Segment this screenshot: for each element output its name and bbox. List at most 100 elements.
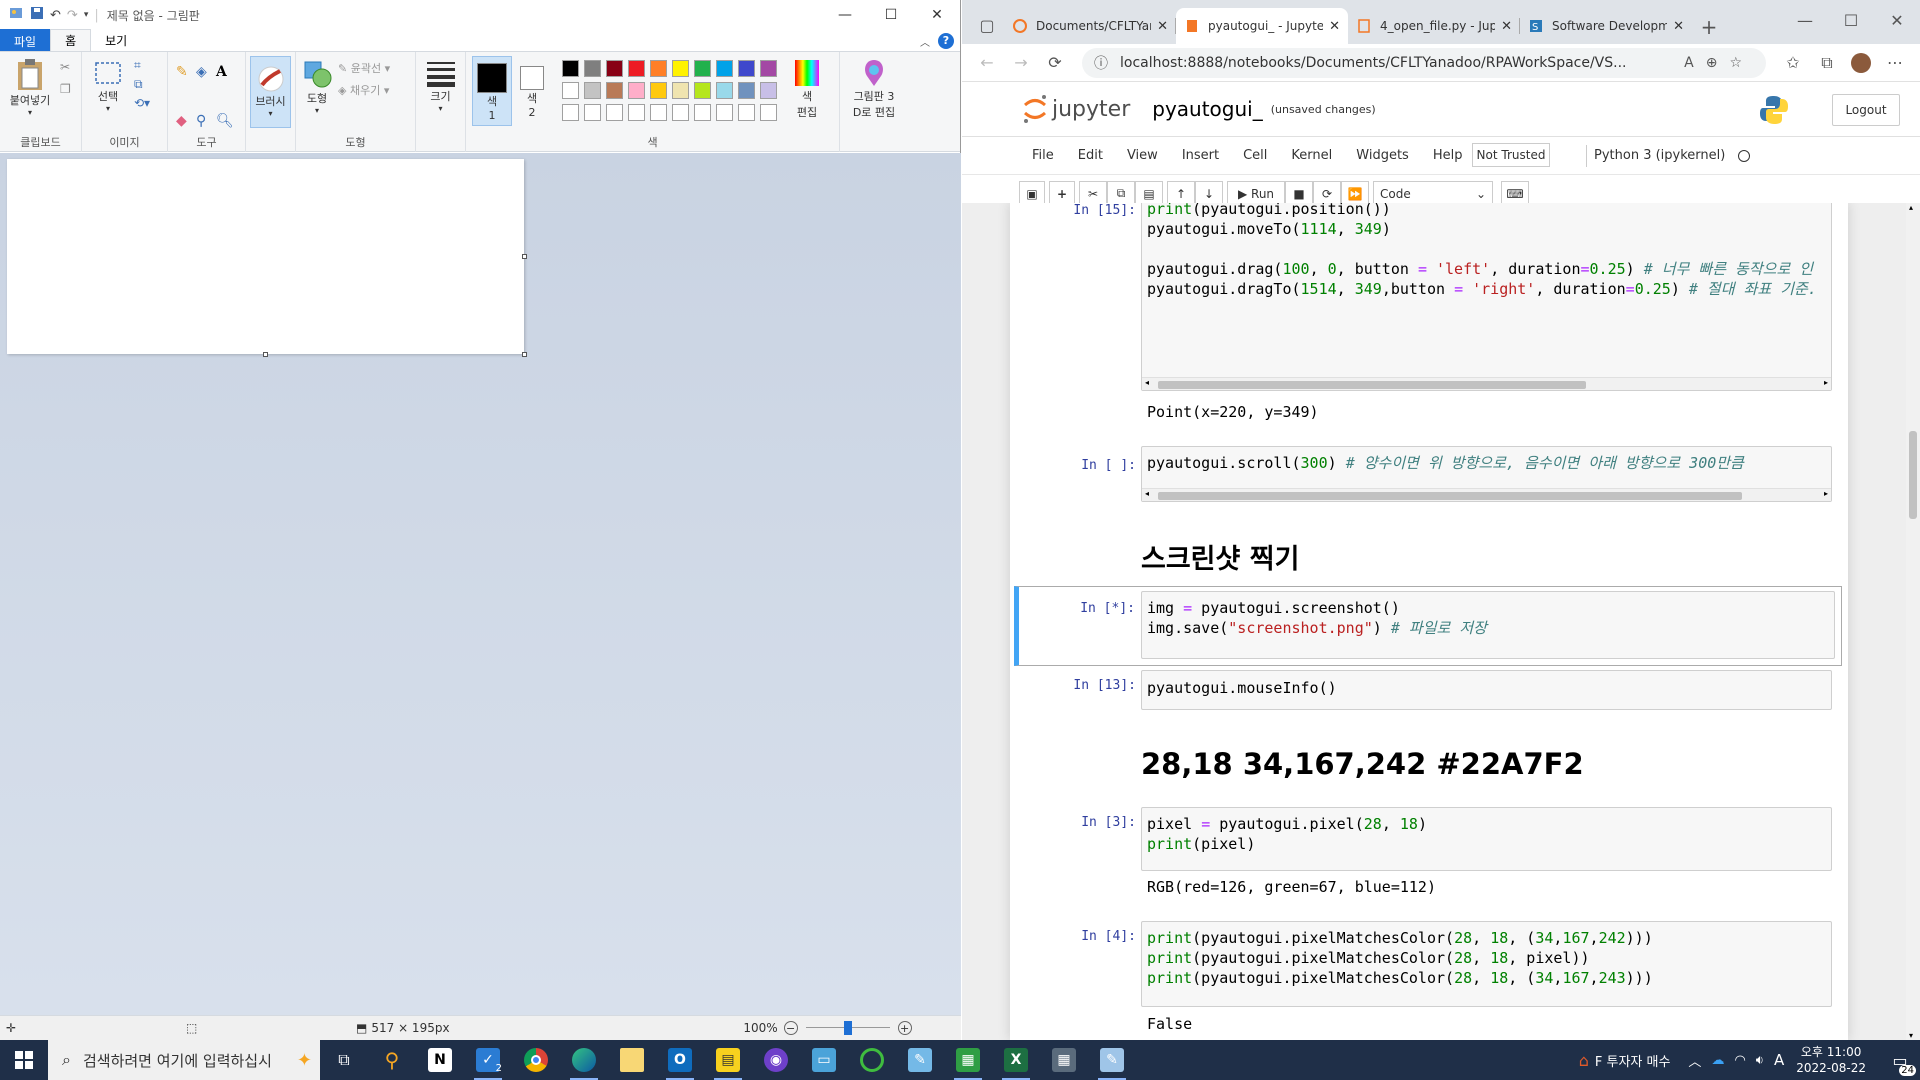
selected-cell[interactable]: In [*]: img = pyautogui.screenshot() img… [1014, 586, 1842, 666]
collapse-ribbon-icon[interactable]: ︿ [920, 34, 930, 49]
color-swatch[interactable] [650, 104, 667, 121]
canvas-area[interactable] [0, 153, 961, 1015]
resize-handle-corner[interactable] [522, 352, 527, 357]
more-icon[interactable]: ⋯ [1878, 48, 1912, 78]
scroll-up-icon[interactable]: ▴ [1909, 203, 1913, 212]
favorite-icon[interactable]: ☆ [1729, 55, 1754, 71]
menu-cell[interactable]: Cell [1231, 148, 1279, 163]
color-swatch[interactable] [760, 60, 777, 77]
notebook-scroll-area[interactable]: In [15]: print(pyautogui.position()) pya… [962, 203, 1920, 1040]
color-swatch[interactable] [760, 82, 777, 99]
size-button[interactable]: 크기 ▾ [416, 52, 465, 152]
browser-tab[interactable]: S Software Developmen ✕ [1520, 8, 1692, 44]
code-input[interactable]: print(pyautogui.pixelMatchesColor(28, 18… [1141, 921, 1832, 1007]
color-swatch[interactable] [738, 104, 755, 121]
help-icon[interactable]: ? [938, 33, 954, 49]
color-swatch[interactable] [584, 60, 601, 77]
scroll-right-icon[interactable]: ▸ [1824, 378, 1828, 387]
color-swatch[interactable] [584, 104, 601, 121]
code-input[interactable]: pyautogui.mouseInfo() [1141, 670, 1832, 710]
notepad-icon[interactable]: ✎ [896, 1040, 944, 1080]
menu-kernel[interactable]: Kernel [1279, 148, 1344, 163]
color-swatch[interactable] [672, 82, 689, 99]
horizontal-scrollbar[interactable]: ◂ ▸ [1142, 377, 1831, 390]
undo-icon[interactable]: ↶ [50, 8, 61, 23]
url-field[interactable]: ⓘ localhost:8888/notebooks/Documents/CFL… [1082, 47, 1766, 78]
tab-close-icon[interactable]: ✕ [1673, 19, 1684, 34]
profile-avatar[interactable] [1844, 48, 1878, 78]
color-swatch[interactable] [628, 60, 645, 77]
collections-icon[interactable]: ⧉ [1810, 48, 1844, 78]
color-swatch[interactable] [606, 60, 623, 77]
code-input[interactable]: pixel = pyautogui.pixel(28, 18) print(pi… [1141, 807, 1832, 871]
paint-taskbar-icon[interactable]: ✎ [1088, 1040, 1136, 1080]
scroll-down-icon[interactable]: ▾ [1909, 1031, 1913, 1040]
scrollbar-thumb[interactable] [1158, 381, 1586, 389]
color-swatch[interactable] [584, 82, 601, 99]
fill-dropdown[interactable]: ◈ 채우기 ▾ [338, 82, 390, 98]
color-swatch[interactable] [562, 82, 579, 99]
excel-icon[interactable]: X [992, 1040, 1040, 1080]
refresh-icon[interactable]: ⟳ [1038, 48, 1072, 78]
markdown-heading[interactable]: 28,18 34,167,242 #22A7F2 [1141, 747, 1584, 781]
logout-button[interactable]: Logout [1832, 94, 1900, 126]
menu-view[interactable]: View [1115, 148, 1170, 163]
minimize-button[interactable]: — [1782, 0, 1828, 40]
calculator-icon[interactable]: ▦ [1040, 1040, 1088, 1080]
zoom-out-icon[interactable]: − [783, 1021, 798, 1035]
taskbar-search[interactable]: ⌕ 검색하려면 여기에 입력하십시 ✦ [48, 1040, 320, 1080]
remote-desktop-icon[interactable]: ▭ [800, 1040, 848, 1080]
tab-close-icon[interactable]: ✕ [1501, 19, 1512, 34]
color-swatch[interactable] [760, 104, 777, 121]
start-button[interactable] [0, 1040, 48, 1080]
menu-help[interactable]: Help [1421, 148, 1475, 163]
outline-dropdown[interactable]: ✎ 윤곽선 ▾ [338, 60, 390, 76]
chrome-icon[interactable] [512, 1040, 560, 1080]
resize-handle-right[interactable] [522, 254, 527, 259]
menu-file[interactable]: File [1020, 148, 1066, 163]
stock-widget[interactable]: F 투자자 매수 [1595, 1051, 1671, 1070]
resize-handle-bottom[interactable] [263, 352, 268, 357]
tab-actions-icon[interactable]: ▢ [970, 10, 1004, 40]
resize-icon[interactable]: ⧉ [134, 77, 150, 92]
color-swatch[interactable] [650, 82, 667, 99]
crop-icon[interactable]: ⌗ [134, 58, 150, 73]
show-hidden-icon[interactable]: ︿ [1688, 1051, 1701, 1070]
color-swatch[interactable] [606, 82, 623, 99]
pencil-icon[interactable]: ✎ [176, 64, 196, 103]
maximize-button[interactable]: ☐ [868, 0, 914, 30]
todo-icon[interactable]: ✓ 2 [464, 1040, 512, 1080]
refresh-app-icon[interactable] [848, 1040, 896, 1080]
tab-home[interactable]: 홈 [50, 29, 92, 51]
github-icon[interactable]: ◉ [752, 1040, 800, 1080]
tab-file[interactable]: 파일 [0, 29, 51, 51]
browser-tab[interactable]: Documents/CFLTYanadoo/ ✕ [1004, 8, 1176, 44]
color-swatch[interactable] [672, 60, 689, 77]
trust-indicator[interactable]: Not Trusted [1472, 143, 1550, 167]
color-swatch[interactable] [606, 104, 623, 121]
close-button[interactable]: ✕ [914, 0, 960, 30]
customize-qa-icon[interactable]: ▾ [84, 10, 89, 20]
color-swatch[interactable] [738, 82, 755, 99]
volume-icon[interactable]: 🔉︎ [1756, 1053, 1764, 1068]
search-app-icon[interactable]: ⚲ [368, 1040, 416, 1080]
task-view-icon[interactable]: ⧉ [320, 1040, 368, 1080]
code-cell[interactable]: In [ ]: pyautogui.scroll(300) # 양수이면 위 방… [1024, 446, 1838, 506]
code-input[interactable]: img = pyautogui.screenshot() img.save("s… [1141, 591, 1835, 659]
notion-icon[interactable]: N [416, 1040, 464, 1080]
zoom-slider[interactable] [805, 1021, 890, 1035]
zoom-icon[interactable]: ⊕ [1706, 55, 1730, 71]
stock-icon[interactable]: ⌂ [1579, 1051, 1589, 1070]
clock[interactable]: 오후 11:00 2022-08-22 [1796, 1044, 1866, 1076]
color-swatch[interactable] [694, 82, 711, 99]
forward-icon[interactable]: → [1004, 48, 1038, 78]
save-icon[interactable] [30, 6, 44, 24]
color-swatch[interactable] [650, 60, 667, 77]
tab-view[interactable]: 보기 [91, 30, 141, 51]
scrollbar-thumb[interactable] [1158, 492, 1742, 500]
menu-edit[interactable]: Edit [1066, 148, 1115, 163]
zoom-slider-thumb[interactable] [843, 1021, 852, 1035]
drawing-canvas[interactable] [7, 159, 524, 354]
redo-icon[interactable]: ↷ [67, 8, 78, 23]
sticky-notes-icon[interactable]: ▤ [704, 1040, 752, 1080]
